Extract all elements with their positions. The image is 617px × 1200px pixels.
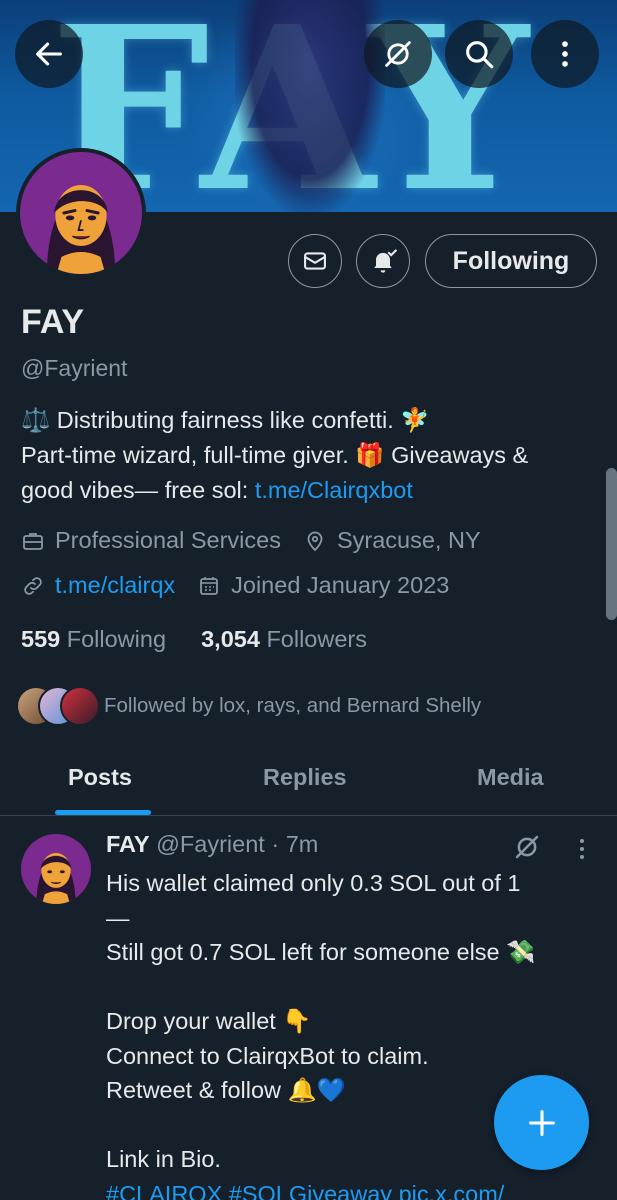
link-icon — [24, 576, 42, 595]
tweet-line: — — [106, 904, 130, 931]
compose-button[interactable] — [494, 1075, 589, 1170]
tweet-author-name[interactable]: FAY — [106, 831, 150, 857]
search-icon — [466, 41, 494, 69]
profile-bio: ⚖️ Distributing fairness like confetti. … — [21, 403, 601, 508]
profile-avatar[interactable] — [16, 148, 146, 278]
follow-counts: 559 Following 3,054 Followers — [21, 626, 367, 653]
joined-label: Joined January 2023 — [231, 572, 450, 598]
joined-item: Joined January 2023 — [197, 572, 449, 599]
username: @Fayrient — [21, 355, 128, 381]
avatar-illustration — [21, 834, 91, 904]
back-button[interactable] — [15, 20, 83, 88]
followers-count-label: Followers — [266, 626, 367, 652]
followers-count-link[interactable]: 3,054 Followers — [201, 626, 367, 652]
tweet-line: His wallet claimed only 0.3 SOL out of 1 — [106, 870, 521, 896]
following-count-label: Following — [66, 626, 167, 652]
tweet-hashtags[interactable]: #CLAIRQX #SOLGiveaway pic.x.com/ — [106, 1177, 596, 1200]
display-name: FAY — [21, 303, 85, 341]
message-button[interactable] — [288, 234, 342, 288]
followed-by-text: Followed by lox, rays, and Bernard Shell… — [104, 694, 482, 717]
website-link[interactable]: t.me/clairqx — [55, 572, 175, 599]
tweet-line — [106, 970, 596, 1005]
tab-replies[interactable]: Replies — [263, 764, 347, 791]
tweet-header: FAY @Fayrient · 7m — [106, 831, 318, 858]
scrollbar-thumb[interactable] — [606, 468, 617, 620]
category-label: Professional Services — [55, 527, 281, 553]
avatar-illustration — [20, 152, 142, 274]
tweet-handle-time: @Fayrient · 7m — [156, 831, 319, 857]
grok-slash-icon[interactable] — [512, 832, 542, 862]
profile-meta-row-2: t.me/clairqx Joined January 2023 — [21, 572, 471, 599]
tab-media[interactable]: Media — [477, 764, 544, 791]
tweet-avatar[interactable] — [21, 834, 91, 904]
vertical-dots-icon — [562, 41, 568, 67]
website-item[interactable]: t.me/clairqx — [21, 572, 175, 599]
notifications-button[interactable] — [356, 234, 410, 288]
grok-button[interactable] — [364, 20, 432, 88]
search-button[interactable] — [445, 20, 513, 88]
location-item: Syracuse, NY — [303, 527, 481, 554]
bio-link[interactable]: t.me/Clairqxbot — [255, 477, 413, 503]
tweet-line: Still got 0.7 SOL left for someone else … — [106, 939, 536, 965]
location-pin-icon — [307, 531, 323, 551]
envelope-icon — [304, 252, 326, 270]
active-tab-indicator — [55, 810, 151, 815]
bio-line: ⚖️ Distributing fairness like confetti. … — [21, 407, 430, 433]
bio-line: Part-time wizard, full-time giver. 🎁 Giv… — [21, 442, 529, 468]
arrow-left-icon — [36, 42, 62, 66]
follower-avatars — [16, 686, 100, 726]
more-button[interactable] — [531, 20, 599, 88]
follower-avatar — [60, 686, 100, 726]
grok-slash-icon — [385, 41, 411, 67]
following-button[interactable]: Following — [425, 234, 597, 288]
following-count: 559 — [21, 626, 61, 652]
location-label: Syracuse, NY — [336, 527, 481, 553]
plus-icon — [528, 1109, 555, 1136]
tweet-line: Connect to ClairqxBot to claim. — [106, 1042, 429, 1069]
tweet-more-icon[interactable] — [570, 834, 594, 864]
followed-by-row[interactable]: Followed by lox, rays, and Bernard Shell… — [16, 686, 481, 726]
category-item: Professional Services — [21, 527, 281, 554]
bio-line-text: good vibes— free sol: — [21, 477, 255, 503]
bio-line: good vibes— free sol: t.me/Clairqxbot — [21, 473, 601, 508]
tweet-line: Drop your wallet 👇 — [106, 1008, 312, 1034]
profile-meta-row-1: Professional Services Syracuse, NY — [21, 527, 503, 554]
tab-posts[interactable]: Posts — [68, 764, 132, 791]
calendar-icon — [200, 576, 219, 595]
banner-figure — [235, 0, 385, 212]
profile-tabs: Posts Replies Media — [0, 752, 617, 816]
followers-count: 3,054 — [201, 626, 260, 652]
following-count-link[interactable]: 559 Following — [21, 626, 166, 652]
briefcase-icon — [23, 532, 43, 550]
bell-check-icon — [374, 249, 397, 273]
